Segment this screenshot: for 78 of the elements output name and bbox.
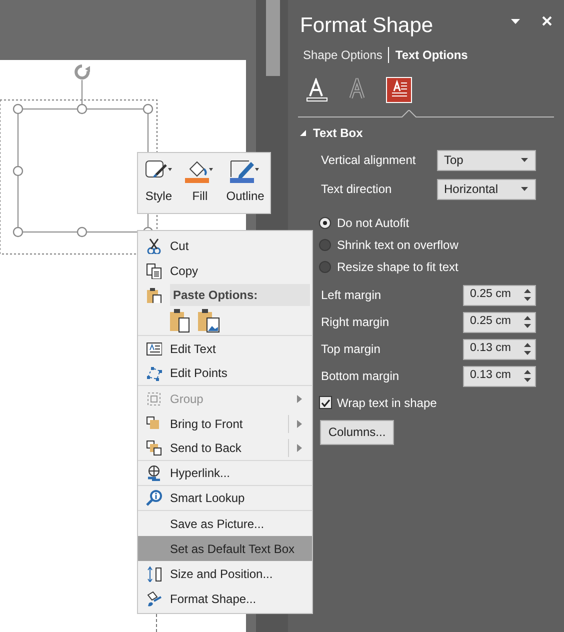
menu-item[interactable]: Send to Back xyxy=(138,436,312,461)
paste-keep-icon[interactable] xyxy=(170,309,190,333)
menu-item[interactable]: Smart Lookup xyxy=(138,486,312,511)
send-back-icon xyxy=(146,440,162,456)
checkbox[interactable] xyxy=(319,396,332,409)
radio-label: Do not Autofit xyxy=(337,214,410,232)
spin-field[interactable]: 0.25 cm xyxy=(463,312,536,332)
toolbar-button[interactable]: Outline xyxy=(224,159,266,213)
caret-icon xyxy=(521,158,528,162)
radio-option[interactable]: Shrink text on overflow xyxy=(319,234,536,256)
paste-options-header: Paste Options: xyxy=(170,284,310,306)
columns-button[interactable]: Columns... xyxy=(320,420,394,444)
checkbox-label: Wrap text in shape xyxy=(337,394,437,412)
globe-link-icon xyxy=(146,465,162,481)
toolbar-button[interactable]: Fill xyxy=(182,159,217,213)
close-icon[interactable] xyxy=(542,16,552,26)
menu-item[interactable]: Copy xyxy=(138,258,312,283)
group-icon xyxy=(146,390,162,406)
icon-tab[interactable] xyxy=(305,78,329,102)
submenu-arrow-icon xyxy=(297,444,302,452)
spin-field[interactable]: 0.13 cm xyxy=(463,338,536,360)
submenu-arrow-icon xyxy=(297,394,302,402)
paint-bucket-icon xyxy=(184,159,215,183)
menu-item[interactable]: Cut xyxy=(138,233,312,258)
section-title: Text Box xyxy=(313,124,363,142)
menu-item[interactable]: Edit Points xyxy=(138,361,312,386)
dropdown[interactable]: Top xyxy=(437,150,536,170)
toolbar-button[interactable]: Style xyxy=(142,159,176,213)
field-label: Bottom margin xyxy=(321,368,400,385)
field-label: Right margin xyxy=(321,314,390,331)
edit-points-icon xyxy=(146,365,162,381)
radio-button[interactable] xyxy=(319,238,331,250)
radio-option[interactable]: Resize shape to fit text xyxy=(319,256,536,278)
scrollbar-thumb[interactable] xyxy=(266,0,280,76)
spinner-arrows-icon xyxy=(524,369,531,383)
spinner-arrows-icon xyxy=(524,342,531,356)
spinner-arrows-icon xyxy=(524,315,531,329)
options-tab[interactable]: Text Options xyxy=(395,46,468,64)
scissors-icon xyxy=(146,238,162,254)
field-label: Left margin xyxy=(321,287,382,304)
field-label: Text direction xyxy=(321,181,392,198)
radio-button[interactable] xyxy=(319,260,331,272)
dropdown[interactable]: Horizontal xyxy=(437,178,536,200)
paste-picture-icon[interactable] xyxy=(198,309,220,333)
magnifier-info-icon xyxy=(146,490,162,506)
section-header[interactable]: Text Box xyxy=(288,124,363,142)
radio-label: Shrink text on overflow xyxy=(337,236,458,254)
field-label: Top margin xyxy=(321,341,380,358)
bring-front-icon xyxy=(146,416,162,432)
expand-triangle-icon xyxy=(300,130,306,136)
caret-icon xyxy=(521,187,528,191)
field-label: Vertical alignment xyxy=(321,152,416,169)
options-tab[interactable]: Shape Options xyxy=(303,46,382,64)
menu-item[interactable]: Bring to Front xyxy=(138,411,312,436)
radio-label: Resize shape to fit text xyxy=(337,258,458,276)
spin-field[interactable]: 0.25 cm xyxy=(463,284,536,306)
wrap-checkbox-row[interactable]: Wrap text in shape xyxy=(319,390,536,416)
spinner-arrows-icon xyxy=(524,288,531,302)
menu-item[interactable]: Edit Text xyxy=(138,336,312,361)
copy-icon xyxy=(146,262,162,278)
clipboard-icon xyxy=(146,287,162,303)
menu-item[interactable]: Format Shape... xyxy=(138,586,312,611)
text-fill-icon xyxy=(305,78,329,102)
menu-item[interactable]: Size and Position... xyxy=(138,561,312,586)
menu-item[interactable]: Save as Picture... xyxy=(138,511,312,536)
spin-field[interactable]: 0.13 cm xyxy=(463,366,536,386)
radio-button[interactable] xyxy=(319,216,331,228)
caret-icon[interactable] xyxy=(511,18,520,24)
menu-item[interactable]: Set as Default Text Box xyxy=(138,536,312,561)
size-position-icon xyxy=(146,566,162,582)
text-box-icon xyxy=(146,340,162,356)
menu-item[interactable]: Hyperlink... xyxy=(138,461,312,486)
icon-tab[interactable] xyxy=(387,78,411,102)
paint-brush-icon xyxy=(146,590,162,606)
radio-option[interactable]: Do not Autofit xyxy=(319,212,536,234)
submenu-arrow-icon xyxy=(297,420,302,428)
pencil-outline-icon xyxy=(230,159,260,183)
pane-title: Format Shape xyxy=(300,13,434,39)
